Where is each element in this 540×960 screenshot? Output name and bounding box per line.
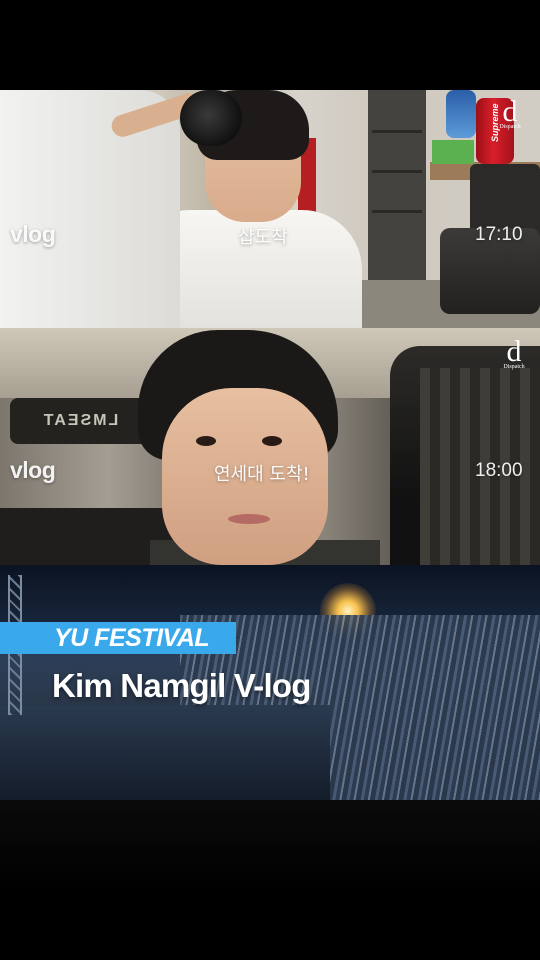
right-eye [262, 436, 282, 446]
vlog-label: vlog [10, 457, 56, 483]
letterbox-bottom [0, 800, 540, 960]
clip-time: 17:10 [475, 224, 523, 245]
clip-time: 18:00 [475, 460, 523, 481]
shelf-cabinet [368, 90, 426, 290]
dispatch-logo-icon: d Dispatch [503, 335, 525, 371]
clip-caption: 연세대 도착! [214, 464, 310, 485]
dispatch-logo-icon: d Dispatch [499, 95, 521, 131]
stage [0, 705, 330, 800]
toy-figure [446, 90, 476, 138]
left-eye [196, 436, 216, 446]
clip-barbershop: Supreme d Dispatch vlog 샵도착 17:10 [0, 90, 540, 328]
vlog-label: vlog [10, 221, 56, 247]
video-title: Kim Namgil V-log [52, 667, 311, 704]
toy-box [432, 140, 474, 164]
festival-tag: YU FESTIVAL [54, 624, 210, 652]
clip-car: LMSEAT d Dispatch vlog 연세대 도착! 18:00 [0, 328, 540, 565]
mouth [228, 514, 270, 524]
letterbox-top [0, 0, 540, 90]
clip-caption: 샵도착 [238, 227, 288, 248]
car-seat: LMSEAT [10, 398, 150, 444]
hair-dryer [180, 90, 242, 146]
